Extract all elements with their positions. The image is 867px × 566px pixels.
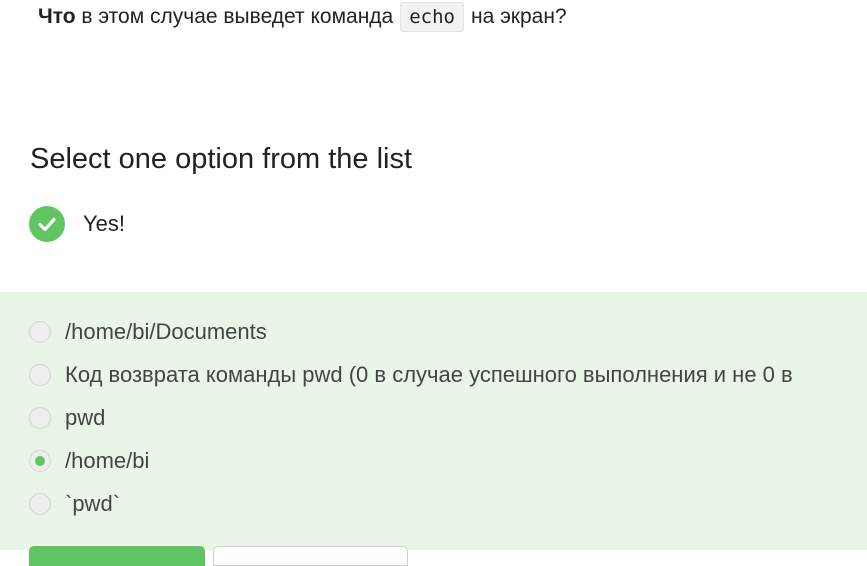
option-label: `pwd` [65, 491, 121, 516]
check-circle-icon [29, 206, 65, 242]
question-bold-word: Что [38, 5, 76, 28]
radio-button[interactable] [29, 407, 51, 429]
option-item[interactable]: pwd [29, 405, 105, 431]
result-text: Yes! [83, 211, 126, 236]
option-label: pwd [65, 405, 106, 430]
question-text-end: на экран? [470, 5, 567, 28]
option-label: /home/bi/Documents [65, 319, 267, 344]
question-text: Что в этом случае выведет команда echo н… [38, 0, 567, 34]
question-text-part: в этом случае выведет команда [75, 5, 394, 28]
result-feedback: Yes! [29, 206, 125, 242]
option-item[interactable]: /home/bi [29, 448, 149, 474]
secondary-button[interactable] [213, 546, 408, 566]
radio-button[interactable] [29, 321, 51, 343]
option-item[interactable]: `pwd` [29, 491, 120, 517]
option-label: Код возврата команды pwd (0 в случае усп… [65, 362, 793, 387]
option-item[interactable]: /home/bi/Documents [29, 319, 267, 345]
section-title: Select one option from the list [30, 143, 413, 175]
option-item[interactable]: Код возврата команды pwd (0 в случае усп… [29, 362, 793, 388]
code-snippet: echo [400, 2, 464, 32]
radio-button-selected[interactable] [29, 450, 51, 472]
radio-button[interactable] [29, 364, 51, 386]
submit-button[interactable] [29, 546, 205, 566]
radio-button[interactable] [29, 493, 51, 515]
option-label: /home/bi [65, 448, 150, 473]
